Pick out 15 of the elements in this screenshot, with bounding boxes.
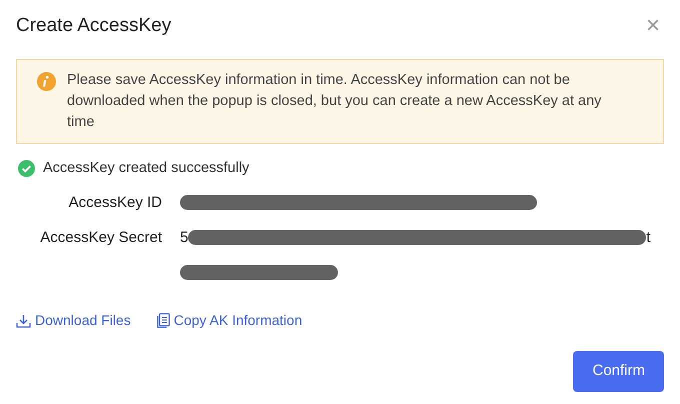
- info-icon: [37, 72, 56, 90]
- field-label: AccessKey Secret: [39, 228, 162, 248]
- status-message: AccessKey created successfully: [43, 158, 250, 178]
- check-circle-icon: [18, 160, 35, 177]
- close-button[interactable]: ×: [642, 14, 664, 38]
- secret-fragment: 5: [180, 228, 188, 248]
- secret-fragment: t: [646, 228, 651, 248]
- confirm-button[interactable]: Confirm: [573, 351, 664, 392]
- copy-link[interactable]: Copy AK Information: [156, 310, 302, 332]
- download-link[interactable]: Download Files: [16, 310, 131, 332]
- warning-message: Please save AccessKey information in time. AccessKey information can not be downloaded when the popup is closed, but you can create a new AccessKey at any time: [67, 70, 602, 132]
- document-icon: [156, 313, 170, 328]
- download-icon: [16, 314, 31, 328]
- field-label: AccessKey ID: [68, 192, 162, 212]
- dialog-title: Create AccessKey: [16, 14, 172, 38]
